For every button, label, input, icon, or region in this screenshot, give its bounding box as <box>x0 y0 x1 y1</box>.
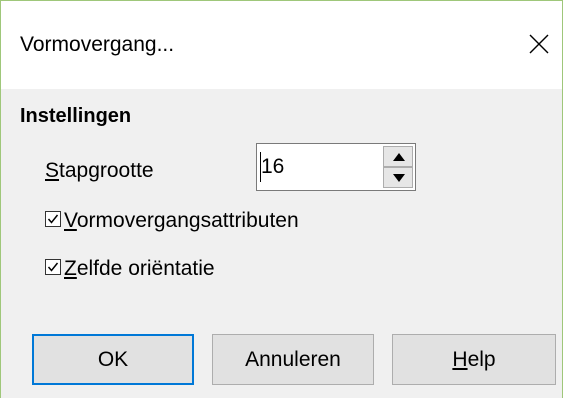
section-heading-settings: Instellingen <box>20 105 132 127</box>
step-size-spinbox[interactable]: 16 <box>256 143 416 191</box>
checkbox-same-orientation[interactable]: Zelfde oriëntatie <box>45 255 215 283</box>
cancel-button[interactable]: Annuleren <box>212 334 374 385</box>
checkbox-box[interactable] <box>45 259 61 276</box>
step-size-label-text: tapgrootte <box>59 159 154 182</box>
checkmark-icon <box>47 262 59 273</box>
checkbox-label-text: ormovergangsattributen <box>76 209 299 232</box>
close-button[interactable] <box>516 15 562 75</box>
step-decrement-button[interactable] <box>383 167 413 188</box>
step-size-input[interactable]: 16 <box>261 144 373 190</box>
arrow-up-icon <box>393 153 405 161</box>
window-title: Vormovergang... <box>20 33 175 56</box>
checkbox-label-mnemonic: V <box>64 209 77 232</box>
step-size-label-mnemonic: S <box>45 159 60 182</box>
help-label-text: elp <box>467 348 496 371</box>
title-bar: Vormovergang... <box>1 1 562 89</box>
step-size-label: Stapgrootte <box>45 157 154 185</box>
checkbox-box[interactable] <box>45 211 61 228</box>
checkbox-label-mnemonic: Z <box>64 257 77 280</box>
dialog-window: Vormovergang... Instellingen Stapgrootte… <box>0 0 563 398</box>
checkbox-label-text: elfde oriëntatie <box>76 257 215 280</box>
help-button[interactable]: Help <box>392 334 556 385</box>
arrow-down-icon <box>393 174 405 182</box>
checkmark-icon <box>47 214 59 225</box>
step-increment-button[interactable] <box>383 146 413 167</box>
help-label-mnemonic: H <box>452 348 468 371</box>
checkbox-shape-attributes[interactable]: Vormovergangsattributen <box>45 207 299 235</box>
ok-button[interactable]: OK <box>32 334 194 385</box>
close-icon <box>529 34 549 54</box>
